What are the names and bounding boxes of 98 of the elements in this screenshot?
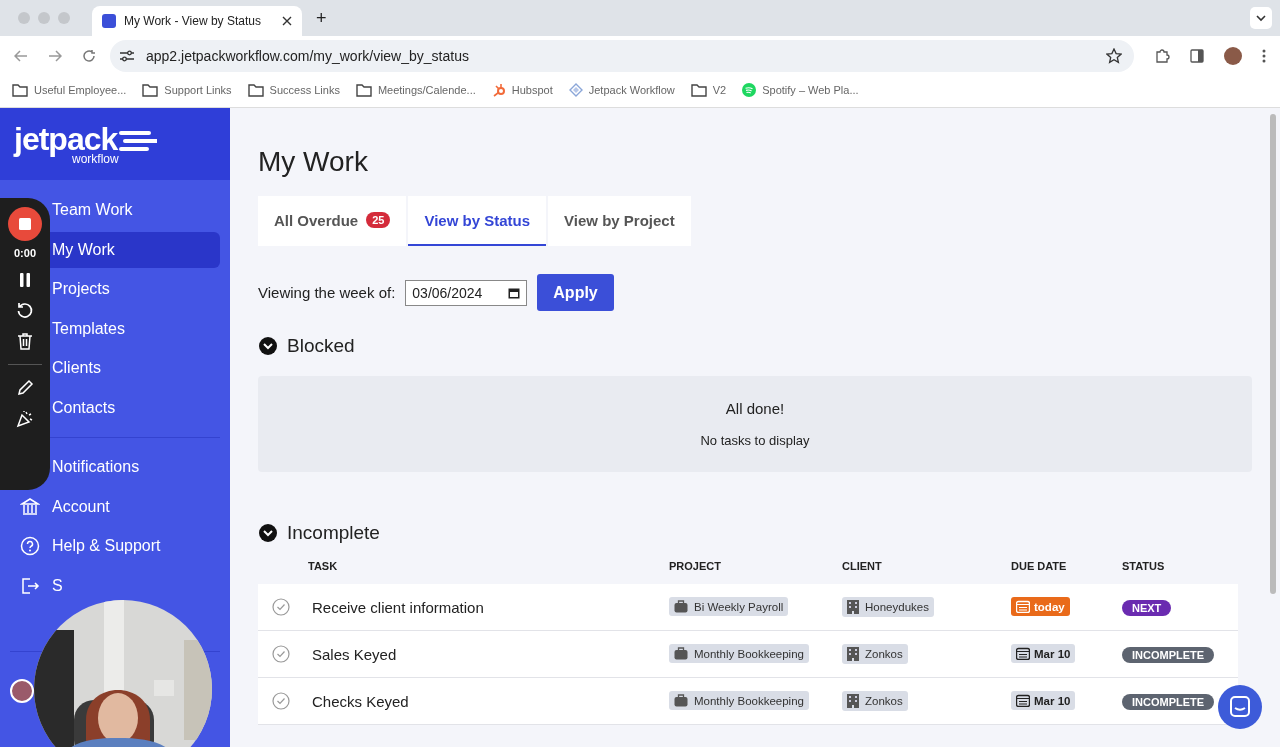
close-icon[interactable] [282, 16, 292, 26]
browser-tab[interactable]: My Work - View by Status [92, 6, 302, 36]
calendar-icon [1016, 647, 1030, 660]
address-bar[interactable]: app2.jetpackworkflow.com/my_work/view_by_status [110, 40, 1134, 72]
task-row[interactable]: Sales Keyed Monthly Bookkeeping Zonkos Mar 10 INCOMPLETE [258, 631, 1238, 678]
folder-icon [142, 83, 159, 97]
check-circle-icon[interactable] [272, 692, 290, 710]
bookmark[interactable]: Success Links [247, 83, 340, 97]
bookmark[interactable]: V2 [690, 83, 727, 97]
check-circle-icon[interactable] [272, 645, 290, 663]
bookmark[interactable]: Meetings/Calende... [355, 83, 476, 97]
column-header: CLIENT [842, 560, 883, 572]
star-icon[interactable] [1106, 48, 1122, 64]
folder-icon [12, 83, 28, 97]
due-date-chip: today [1011, 597, 1070, 616]
side-panel-icon[interactable] [1190, 49, 1204, 63]
due-date-chip: Mar 10 [1011, 644, 1076, 663]
profile-avatar[interactable] [1224, 47, 1242, 65]
folder-icon [690, 83, 707, 97]
stop-button[interactable] [8, 207, 42, 241]
empty-title: All done! [725, 400, 785, 417]
task-name[interactable]: Checks Keyed [312, 692, 669, 710]
status-badge: INCOMPLETE [1122, 694, 1215, 710]
section-title: Blocked [287, 335, 355, 357]
check-circle-icon[interactable] [272, 598, 290, 616]
project-chip[interactable]: Monthly Bookkeeping [669, 691, 809, 710]
briefcase-icon [674, 600, 688, 613]
tab[interactable]: All Overdue 25 [258, 196, 407, 246]
due-date-chip: Mar 10 [1011, 691, 1076, 710]
chevron-icon[interactable] [258, 336, 278, 356]
bookmark[interactable]: Support Links [142, 83, 232, 97]
building-icon [847, 646, 859, 661]
bookmark[interactable]: Jetpack Workflow [568, 83, 675, 97]
column-header: STATUS [1122, 560, 1166, 572]
tab[interactable]: View by Project [548, 196, 691, 246]
exit-icon [20, 575, 40, 596]
pencil-icon[interactable] [16, 379, 34, 396]
task-name[interactable]: Sales Keyed [312, 645, 669, 663]
column-header: PROJECT [669, 560, 722, 572]
chat-button[interactable] [1218, 685, 1262, 729]
column-header: DUE DATE [1011, 560, 1068, 572]
project-chip[interactable]: Monthly Bookkeeping [669, 644, 809, 663]
more-icon[interactable] [1262, 49, 1266, 63]
reload-icon[interactable] [82, 49, 96, 63]
bookmark[interactable]: Hubspot [491, 83, 553, 97]
logo-text: jetpack [14, 122, 118, 156]
forward-icon[interactable] [48, 49, 62, 63]
page-title: My Work [258, 146, 369, 178]
client-chip[interactable]: Zonkos [842, 690, 908, 711]
folder-icon [355, 83, 372, 97]
logo-lines-icon [119, 130, 158, 152]
task-name[interactable]: Receive client information [312, 598, 669, 616]
tab-menu-icon[interactable] [1250, 7, 1272, 29]
trash-icon[interactable] [17, 333, 33, 350]
new-tab-button[interactable]: + [310, 7, 333, 29]
sound-waves-icon [742, 83, 757, 97]
status-badge: NEXT [1122, 600, 1172, 616]
bank-icon [20, 496, 40, 517]
column-header: TASK [308, 560, 339, 572]
diamond-icon [568, 83, 583, 97]
calendar-icon [1016, 694, 1030, 707]
help-icon [20, 536, 40, 556]
calendar-icon [1016, 600, 1030, 613]
client-chip[interactable]: Zonkos [842, 643, 908, 664]
site-settings-icon[interactable] [120, 50, 134, 62]
week-label: Viewing the week of: [258, 284, 396, 301]
building-icon [847, 599, 859, 614]
briefcase-icon [674, 647, 688, 660]
favicon-icon [102, 14, 116, 28]
bookmark[interactable]: Useful Employee... [12, 83, 127, 97]
task-row[interactable]: Receive client information Bi Weekly Payroll Honeydukes today NEXT [258, 584, 1238, 631]
apply-button[interactable]: Apply [537, 274, 614, 311]
folder-icon [247, 83, 264, 97]
user-avatar[interactable] [10, 679, 34, 703]
building-icon [847, 693, 859, 708]
briefcase-icon [674, 694, 688, 707]
empty-text: No tasks to display [700, 433, 810, 448]
status-badge: INCOMPLETE [1122, 647, 1215, 663]
nav-item[interactable]: Account [10, 491, 120, 522]
task-row[interactable]: Checks Keyed Monthly Bookkeeping Zonkos Mar 10 INCOMPLETE [258, 678, 1238, 725]
restart-icon[interactable] [16, 301, 34, 319]
extensions-icon[interactable] [1154, 48, 1170, 64]
back-icon[interactable] [14, 49, 28, 63]
tab[interactable]: View by Status [408, 196, 547, 246]
recording-time: 0:00 [14, 247, 36, 259]
nav-item[interactable]: S [10, 570, 73, 601]
confetti-icon[interactable] [16, 410, 34, 428]
bookmark[interactable]: Spotify – Web Pla... [742, 83, 859, 97]
section-title: Incomplete [287, 522, 380, 544]
pause-icon[interactable] [19, 273, 31, 287]
date-field[interactable]: 03/06/2024 [405, 279, 528, 306]
sprocket-icon [491, 83, 506, 97]
calendar-icon[interactable] [508, 286, 521, 299]
client-chip[interactable]: Honeydukes [842, 596, 934, 617]
project-chip[interactable]: Bi Weekly Payroll [669, 597, 789, 616]
nav-item[interactable]: Help & Support [10, 531, 171, 561]
count-badge: 25 [366, 212, 391, 228]
chevron-icon[interactable] [258, 523, 278, 543]
